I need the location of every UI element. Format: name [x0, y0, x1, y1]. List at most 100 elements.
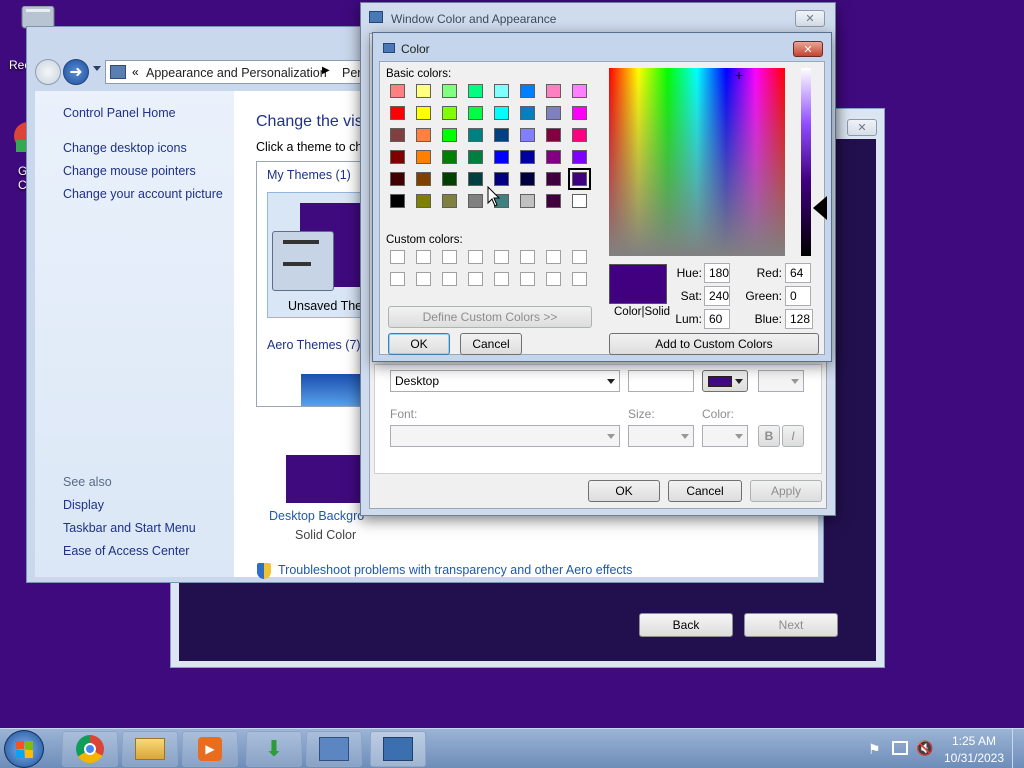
custom-color-swatch[interactable] — [416, 250, 431, 264]
breadcrumb-appearance[interactable]: Appearance and Personalization — [146, 66, 327, 80]
appearance-cancel-button[interactable]: Cancel — [668, 480, 742, 502]
taskbar-control-panel[interactable] — [306, 731, 362, 767]
basic-color-swatch[interactable] — [390, 106, 405, 120]
basic-color-swatch[interactable] — [442, 128, 457, 142]
basic-color-swatch[interactable] — [442, 106, 457, 120]
recent-pages-dropdown[interactable] — [93, 66, 101, 71]
basic-color-swatch[interactable] — [546, 172, 561, 186]
luminance-arrow-icon[interactable] — [813, 196, 827, 220]
define-custom-colors-button[interactable]: Define Custom Colors >> — [388, 306, 592, 328]
item-size-spinner[interactable] — [628, 370, 694, 392]
custom-color-swatch[interactable] — [390, 250, 405, 264]
basic-color-swatch[interactable] — [520, 194, 535, 208]
clock-date[interactable]: 10/31/2023 — [940, 751, 1008, 765]
custom-color-swatch[interactable] — [442, 272, 457, 286]
basic-color-swatch[interactable] — [390, 194, 405, 208]
custom-color-swatch[interactable] — [520, 272, 535, 286]
basic-color-swatch[interactable] — [520, 172, 535, 186]
basic-color-swatch[interactable] — [546, 128, 561, 142]
basic-color-swatch[interactable] — [546, 194, 561, 208]
basic-color-swatch[interactable] — [520, 150, 535, 164]
color-spectrum[interactable]: + — [609, 68, 785, 256]
taskbar-chrome[interactable] — [62, 731, 118, 767]
basic-color-swatch[interactable] — [416, 172, 431, 186]
custom-color-swatch[interactable] — [468, 272, 483, 286]
basic-color-swatch[interactable] — [494, 150, 509, 164]
basic-color-swatch[interactable] — [572, 194, 587, 208]
basic-color-swatch[interactable] — [416, 128, 431, 142]
basic-color-swatch[interactable] — [572, 106, 587, 120]
basic-color-swatch[interactable] — [416, 150, 431, 164]
custom-color-swatch[interactable] — [442, 250, 457, 264]
ease-of-access-link[interactable]: Ease of Access Center — [63, 544, 189, 558]
next-button[interactable]: Next — [744, 613, 838, 637]
clock-time[interactable]: 1:25 AM — [948, 734, 1000, 748]
custom-color-swatch[interactable] — [546, 250, 561, 264]
taskbar-explorer[interactable] — [122, 731, 178, 767]
lum-input[interactable]: 60 — [704, 309, 730, 329]
basic-color-swatch[interactable] — [416, 84, 431, 98]
custom-color-swatch[interactable] — [390, 272, 405, 286]
appearance-apply-button[interactable]: Apply — [750, 480, 822, 502]
green-input[interactable]: 0 — [785, 286, 811, 306]
basic-color-swatch[interactable] — [546, 106, 561, 120]
taskbar-start-menu-link[interactable]: Taskbar and Start Menu — [63, 521, 196, 535]
basic-color-swatch[interactable] — [468, 194, 483, 208]
font-size-select[interactable] — [628, 425, 694, 447]
basic-color-swatch[interactable] — [390, 172, 405, 186]
basic-color-swatch[interactable] — [520, 106, 535, 120]
custom-color-swatch[interactable] — [572, 250, 587, 264]
unsaved-theme-tile[interactable]: Unsaved The — [267, 192, 367, 318]
basic-color-swatch[interactable] — [442, 172, 457, 186]
color-close-button[interactable]: ✕ — [793, 41, 823, 57]
basic-color-swatch[interactable] — [520, 128, 535, 142]
font-color-select[interactable] — [702, 425, 748, 447]
breadcrumb-arrow-icon[interactable]: ▶ — [322, 65, 330, 76]
luminance-slider[interactable] — [801, 68, 811, 256]
volume-muted-icon[interactable]: 🔇 — [916, 740, 933, 757]
change-desktop-icons-link[interactable]: Change desktop icons — [63, 141, 187, 155]
sat-input[interactable]: 240 — [704, 286, 730, 306]
italic-button[interactable]: I — [782, 425, 804, 447]
basic-color-swatch[interactable] — [390, 84, 405, 98]
change-mouse-pointers-link[interactable]: Change mouse pointers — [63, 164, 196, 178]
show-desktop-button[interactable] — [1012, 729, 1024, 768]
basic-color-swatch[interactable] — [468, 128, 483, 142]
taskbar-media-player[interactable]: ▶ — [182, 731, 238, 767]
desktop-background-swatch[interactable] — [286, 455, 366, 503]
basic-color-swatch[interactable] — [442, 84, 457, 98]
basic-color-swatch[interactable] — [468, 106, 483, 120]
start-button[interactable] — [4, 730, 44, 768]
basic-color-swatch[interactable] — [568, 168, 591, 190]
blue-input[interactable]: 128 — [785, 309, 813, 329]
basic-color-swatch[interactable] — [468, 150, 483, 164]
appearance-ok-button[interactable]: OK — [588, 480, 660, 502]
basic-color-swatch[interactable] — [494, 128, 509, 142]
bold-button[interactable]: B — [758, 425, 780, 447]
add-to-custom-colors-button[interactable]: Add to Custom Colors — [609, 333, 819, 355]
basic-color-swatch[interactable] — [572, 84, 587, 98]
basic-color-swatch[interactable] — [442, 194, 457, 208]
basic-color-swatch[interactable] — [416, 194, 431, 208]
network-icon[interactable] — [892, 741, 908, 755]
basic-color-swatch[interactable] — [572, 150, 587, 164]
item-color-button[interactable] — [702, 370, 748, 392]
basic-color-swatch[interactable] — [546, 84, 561, 98]
basic-color-swatch[interactable] — [494, 172, 509, 186]
back-nav-button[interactable] — [35, 59, 61, 85]
item-select[interactable]: Desktop — [390, 370, 620, 392]
forward-nav-button[interactable]: ➜ — [63, 59, 89, 85]
color-cancel-button[interactable]: Cancel — [460, 333, 522, 355]
basic-color-swatch[interactable] — [390, 150, 405, 164]
font-select[interactable] — [390, 425, 620, 447]
custom-color-swatch[interactable] — [546, 272, 561, 286]
display-link[interactable]: Display — [63, 498, 104, 512]
item-color2-button[interactable] — [758, 370, 804, 392]
back-button[interactable]: Back — [639, 613, 733, 637]
basic-color-swatch[interactable] — [468, 172, 483, 186]
taskbar-download[interactable]: ⬇ — [246, 731, 302, 767]
desktop-background-link[interactable]: Desktop Backgro — [269, 509, 364, 523]
troubleshoot-link[interactable]: Troubleshoot problems with transparency … — [278, 563, 632, 577]
taskbar-appearance[interactable] — [370, 731, 426, 767]
basic-color-swatch[interactable] — [442, 150, 457, 164]
